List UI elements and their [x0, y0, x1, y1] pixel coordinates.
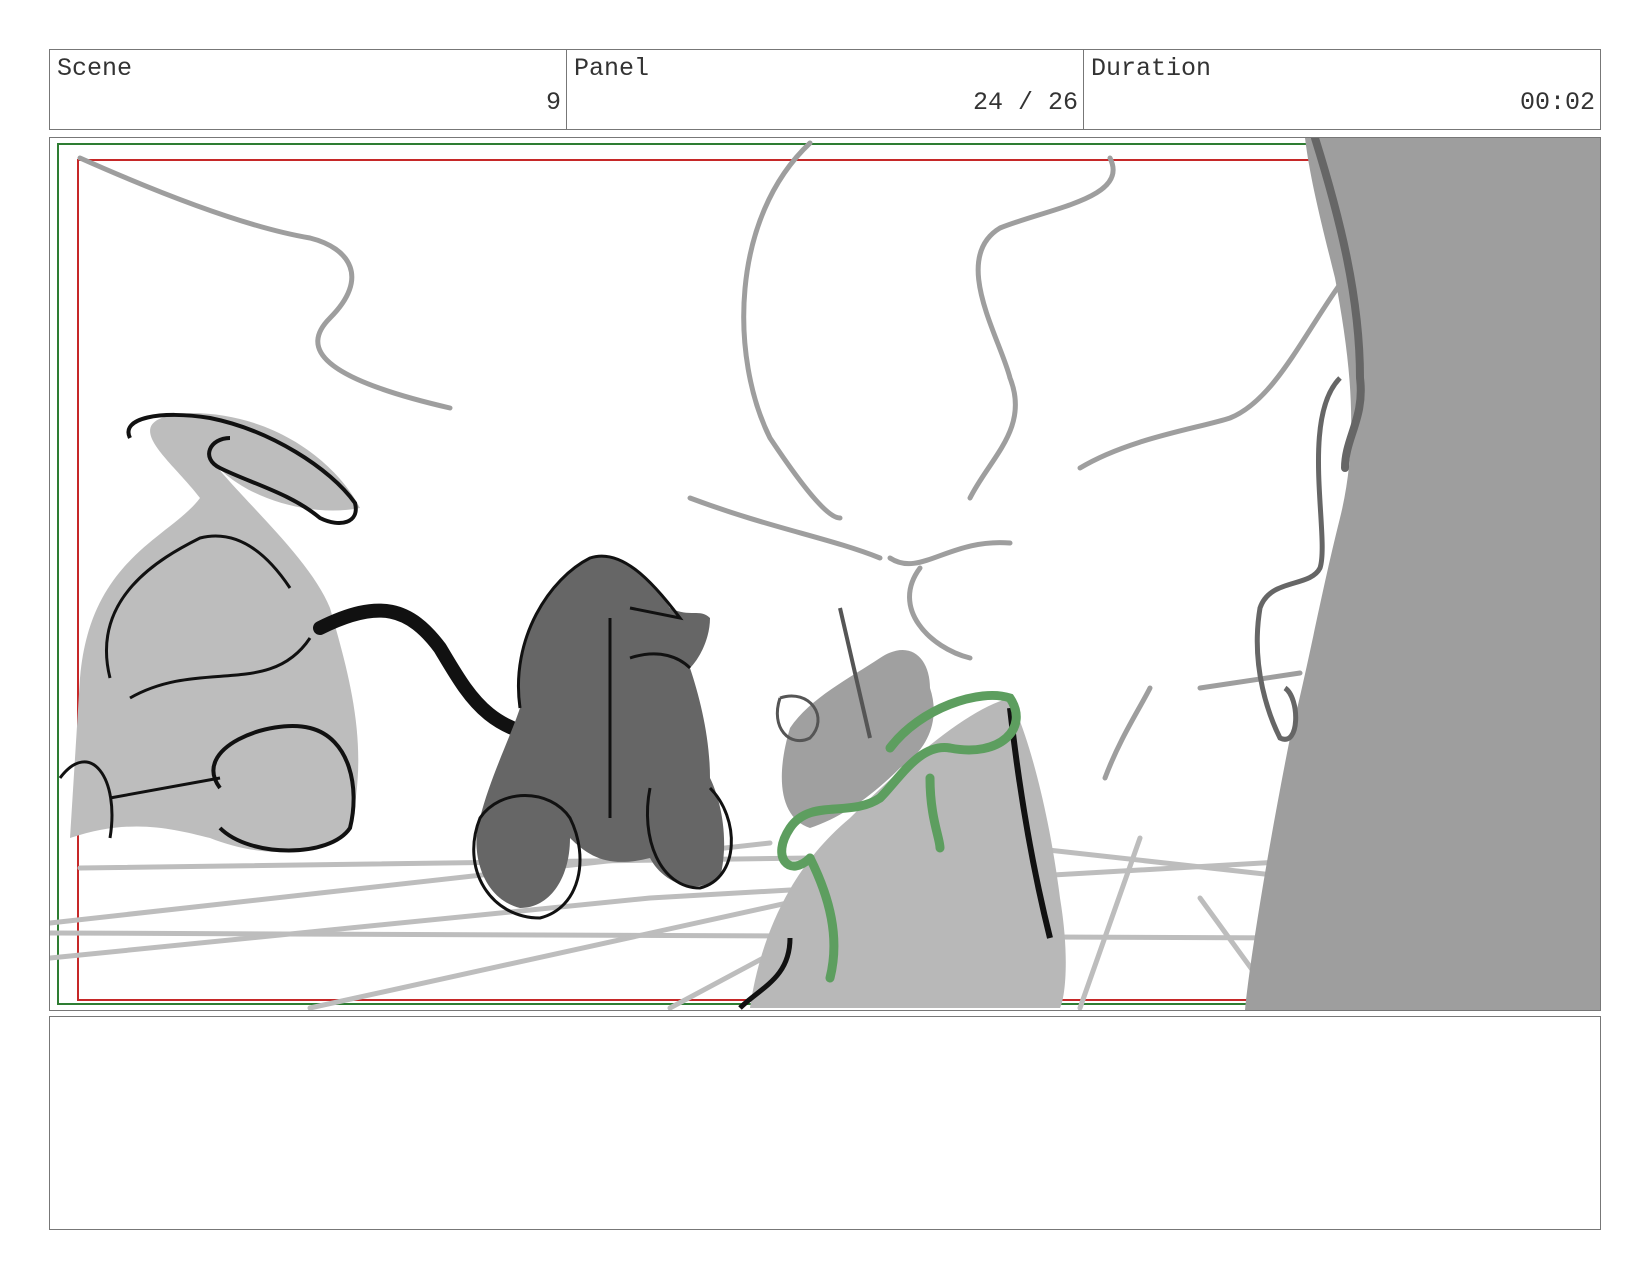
tree-trunk [1245, 138, 1600, 1010]
panel-number: 24 / 26 [972, 88, 1078, 117]
duration-value: 00:02 [1519, 88, 1595, 117]
scene-label: Scene [57, 54, 133, 83]
duration-label: Duration [1091, 54, 1212, 83]
panel-cell: Panel 24 / 26 [567, 50, 1084, 129]
panel-header: Scene 9 Panel 24 / 26 Duration 00:02 [49, 49, 1601, 130]
duration-cell: Duration 00:02 [1084, 50, 1600, 129]
notes-area[interactable] [49, 1016, 1601, 1230]
scene-number: 9 [545, 88, 561, 117]
scene-cell: Scene 9 [50, 50, 567, 129]
panel-label: Panel [574, 54, 650, 83]
storyboard-frame [49, 137, 1601, 1011]
storyboard-sketch [50, 138, 1600, 1010]
